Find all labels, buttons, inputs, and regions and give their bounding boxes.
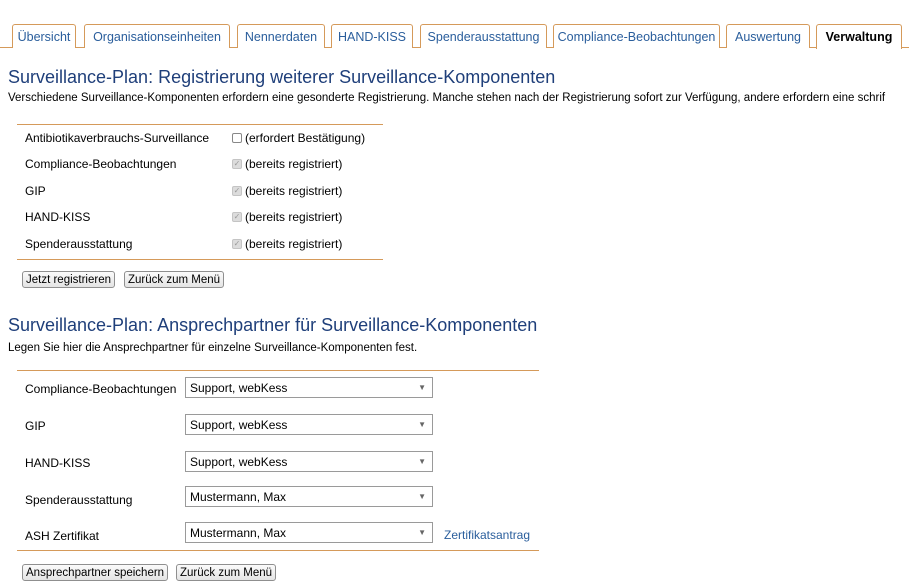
registration-checkbox: ✓ (bereits registriert) [232,184,342,198]
check-icon: ✓ [232,186,242,196]
contacts-title: Surveillance-Plan: Ansprechpartner für S… [8,315,538,335]
contact-row-label: GIP [25,419,46,433]
tab-uebersicht[interactable]: Übersicht [12,24,76,48]
tab-nennerdaten[interactable]: Nennerdaten [237,24,325,48]
contact-select-value: Mustermann, Max [190,489,287,504]
registration-title: Surveillance-Plan: Registrierung weitere… [8,67,556,87]
registration-checkbox: ✓ (bereits registriert) [232,210,342,224]
contact-select[interactable]: Support, webKess ▼ [185,414,433,435]
tab-compliance-beobachtungen[interactable]: Compliance-Beobachtungen [553,24,720,48]
divider [17,370,539,371]
registration-checkbox: ✓ (bereits registriert) [232,237,342,251]
registration-row-label: GIP [25,184,46,198]
save-contacts-button[interactable]: Ansprechpartner speichern [22,564,169,581]
contact-select-value: Mustermann, Max [190,525,287,540]
registration-row-label: Compliance-Beobachtungen [25,157,177,171]
divider [17,124,383,125]
back-to-menu-button[interactable]: Zurück zum Menü [176,564,277,581]
contacts-description: Legen Sie hier die Ansprechpartner für e… [8,342,418,354]
divider [17,259,383,260]
divider [17,550,539,551]
certificate-request-link[interactable]: Zertifikatsantrag [444,528,530,542]
contact-select[interactable]: Support, webKess ▼ [185,451,433,472]
chevron-down-icon: ▼ [418,457,426,466]
contact-row-label: Spenderausstattung [25,493,133,507]
registration-status: (bereits registriert) [245,184,343,198]
registration-row-label: Antibiotikaverbrauchs-Surveillance [25,131,210,145]
tab-spenderausstattung[interactable]: Spenderausstattung [420,24,547,48]
register-button[interactable]: Jetzt registrieren [22,271,116,288]
contact-row-label: Compliance-Beobachtungen [25,382,177,396]
tab-verwaltung[interactable]: Verwaltung [816,24,902,49]
check-icon: ✓ [232,239,242,249]
chevron-down-icon: ▼ [418,492,426,501]
registration-status: (bereits registriert) [245,210,343,224]
registration-status: (bereits registriert) [245,237,343,251]
registration-checkbox: ✓ (bereits registriert) [232,157,342,171]
chevron-down-icon: ▼ [418,420,426,429]
contact-select[interactable]: Mustermann, Max ▼ [185,522,433,543]
registration-status: (erfordert Bestätigung) [245,131,366,145]
check-icon: ✓ [232,159,242,169]
check-icon: ✓ [232,212,242,222]
contact-row-label: ASH Zertifikat [25,529,100,543]
contact-select-value: Support, webKess [190,454,288,469]
registration-status: (bereits registriert) [245,157,343,171]
chevron-down-icon: ▼ [418,528,426,537]
tab-organisationseinheiten[interactable]: Organisationseinheiten [84,24,230,48]
contact-select-value: Support, webKess [190,380,288,395]
registration-description: Verschiedene Surveillance-Komponenten er… [8,92,886,104]
tab-bar: Übersicht Organisationseinheiten Nennerd… [0,0,909,49]
chevron-down-icon: ▼ [418,383,426,392]
checkbox-box[interactable] [232,133,242,143]
contact-select-value: Support, webKess [190,417,288,432]
registration-checkbox[interactable]: (erfordert Bestätigung) [232,131,365,145]
tab-hand-kiss[interactable]: HAND-KISS [331,24,413,48]
registration-row-label: Spenderausstattung [25,237,133,251]
back-to-menu-button[interactable]: Zurück zum Menü [124,271,225,288]
tab-auswertung[interactable]: Auswertung [726,24,810,48]
contact-row-label: HAND-KISS [25,456,91,470]
contact-select[interactable]: Mustermann, Max ▼ [185,486,433,507]
registration-row-label: HAND-KISS [25,210,91,224]
contact-select[interactable]: Support, webKess ▼ [185,377,433,398]
